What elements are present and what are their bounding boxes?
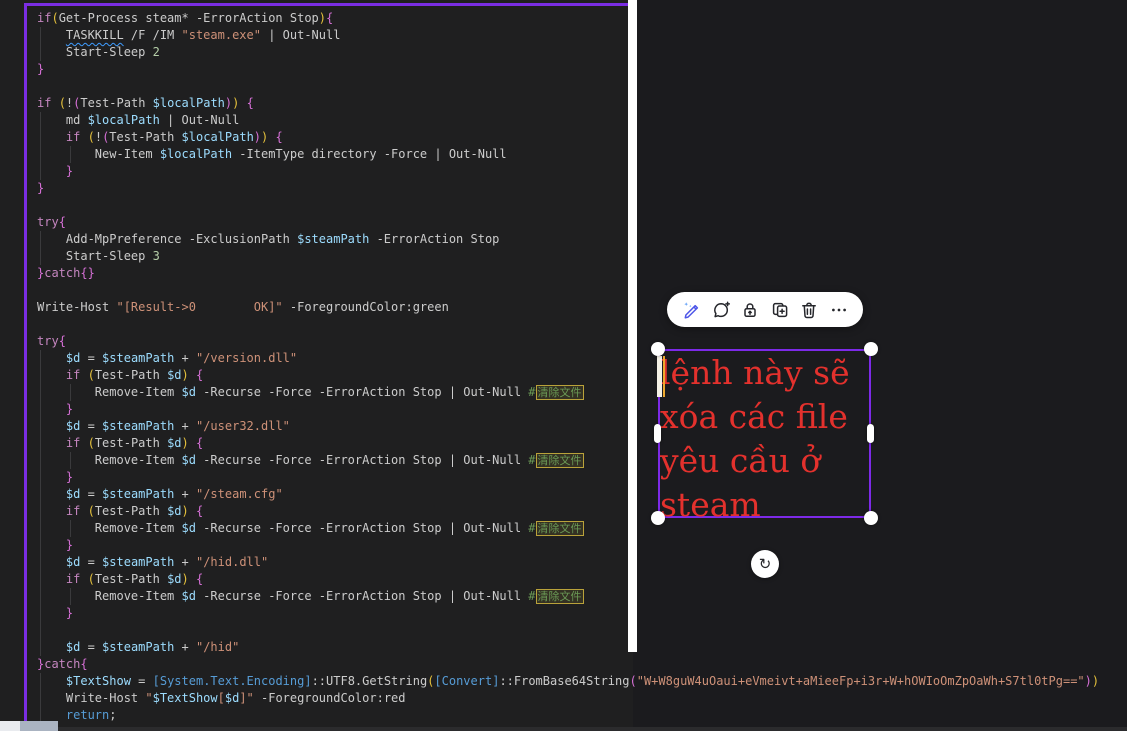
magic-write-button[interactable]	[680, 299, 702, 321]
delete-button[interactable]	[798, 299, 820, 321]
annotation-text-line: xóa các file	[660, 395, 875, 439]
annotation-text-line: lệnh này sẽ	[660, 351, 875, 395]
code-line: }	[37, 724, 1099, 731]
code-line: if (Test-Path $d) {	[37, 435, 1099, 452]
text-cursor-accent	[663, 356, 665, 397]
code-line: if(Get-Process steam* -ErrorAction Stop)…	[37, 10, 1099, 27]
resize-handle-bottom-right[interactable]	[864, 511, 878, 525]
rotate-icon: ↻	[759, 555, 772, 573]
code-line: $d = $steamPath + "/version.dll"	[37, 350, 1099, 367]
code-line: if (Test-Path $d) {	[37, 571, 1099, 588]
code-line	[37, 78, 1099, 95]
resize-handle-right[interactable]	[867, 424, 874, 443]
trash-icon	[799, 300, 819, 320]
code-line: Write-Host "$TextShow[$d]" -ForegroundCo…	[37, 690, 1099, 707]
text-cursor	[657, 356, 662, 397]
code-line: try{	[37, 214, 1099, 231]
code-line: }	[37, 605, 1099, 622]
annotation-toolbar	[667, 292, 863, 327]
code-line: Remove-Item $d -Recurse -Force -ErrorAct…	[37, 384, 1099, 401]
code-line: Start-Sleep 2	[37, 44, 1099, 61]
duplicate-button[interactable]	[769, 299, 791, 321]
code-line: try{	[37, 333, 1099, 350]
more-options-button[interactable]	[828, 299, 850, 321]
lock-button[interactable]	[739, 299, 761, 321]
code-line: $d = $steamPath + "/hid.dll"	[37, 554, 1099, 571]
code-line: Write-Host "[Result->0 OK]" -ForegroundC…	[37, 299, 1099, 316]
code-line: }catch{}	[37, 265, 1099, 282]
code-line: $d = $steamPath + "/hid"	[37, 639, 1099, 656]
code-line: return;	[37, 707, 1099, 724]
annotation-text-line: steam	[660, 483, 875, 527]
design-canvas: if(Get-Process steam* -ErrorAction Stop)…	[0, 0, 1127, 731]
code-line: }	[37, 61, 1099, 78]
code-line	[37, 197, 1099, 214]
code-line: }	[37, 469, 1099, 486]
ellipsis-icon	[829, 300, 849, 320]
rotate-handle[interactable]: ↻	[751, 550, 779, 578]
unlock-icon	[740, 300, 760, 320]
code-line: New-Item $localPath -ItemType directory …	[37, 146, 1099, 163]
magic-pen-icon	[681, 300, 701, 320]
resize-handle-bottom-left[interactable]	[651, 511, 665, 525]
code-line	[37, 622, 1099, 639]
code-block: if(Get-Process steam* -ErrorAction Stop)…	[37, 10, 1099, 731]
resize-handle-left[interactable]	[654, 424, 661, 443]
code-line: Remove-Item $d -Recurse -Force -ErrorAct…	[37, 452, 1099, 469]
code-line: $d = $steamPath + "/steam.cfg"	[37, 486, 1099, 503]
code-line: $TextShow = [System.Text.Encoding]::UTF8…	[37, 673, 1099, 690]
duplicate-icon	[770, 300, 790, 320]
code-image-border-left	[24, 3, 27, 731]
white-divider-bar	[628, 0, 637, 652]
resize-handle-top-left[interactable]	[651, 342, 665, 356]
bottom-left-widget-highlight	[0, 721, 20, 731]
code-line: }	[37, 401, 1099, 418]
code-line: TASKKILL /F /IM "steam.exe" | Out-Null	[37, 27, 1099, 44]
code-line	[37, 282, 1099, 299]
code-line	[37, 316, 1099, 333]
annotation-textbox[interactable]: lệnh này sẽ xóa các file yêu cầu ở steam	[660, 351, 875, 527]
annotation-text-line: yêu cầu ở	[660, 439, 875, 483]
code-image-border-top	[24, 3, 629, 6]
code-line: }	[37, 537, 1099, 554]
code-line: }catch{	[37, 656, 1099, 673]
code-line: Add-MpPreference -ExclusionPath $steamPa…	[37, 231, 1099, 248]
code-line: if (!(Test-Path $localPath)) {	[37, 129, 1099, 146]
add-comment-button[interactable]	[710, 299, 732, 321]
resize-handle-top-right[interactable]	[864, 342, 878, 356]
code-line: md $localPath | Out-Null	[37, 112, 1099, 129]
code-line: Remove-Item $d -Recurse -Force -ErrorAct…	[37, 520, 1099, 537]
code-line: Remove-Item $d -Recurse -Force -ErrorAct…	[37, 588, 1099, 605]
code-line: }	[37, 180, 1099, 197]
add-comment-icon	[711, 300, 731, 320]
code-line: $d = $steamPath + "/user32.dll"	[37, 418, 1099, 435]
code-line: }	[37, 163, 1099, 180]
code-line: Start-Sleep 3	[37, 248, 1099, 265]
code-line: if (Test-Path $d) {	[37, 503, 1099, 520]
code-line: if (!(Test-Path $localPath)) {	[37, 95, 1099, 112]
code-line: if (Test-Path $d) {	[37, 367, 1099, 384]
